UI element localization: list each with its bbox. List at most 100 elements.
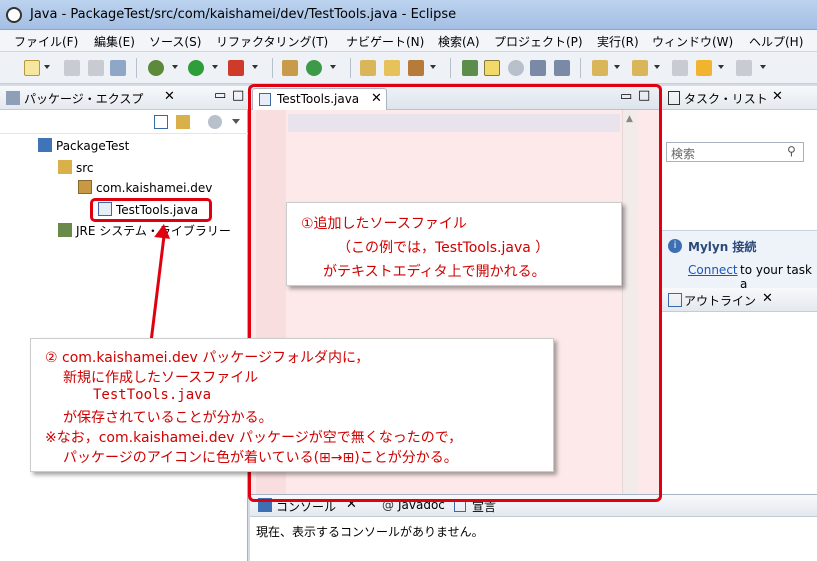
main-toolbar: [0, 52, 817, 84]
open-folder-icon[interactable]: [384, 60, 400, 76]
callout2-line4: が保存されていることが分かる。: [63, 410, 273, 426]
callout2-line5: ※なお，com.kaishamei.dev パッケージが空で無くなったので，: [45, 430, 463, 446]
toolbar-separator: [136, 58, 137, 78]
callout2-line3: TestTools.java: [93, 387, 212, 403]
window-titlebar: Java - PackageTest/src/com/kaishamei/dev…: [0, 0, 817, 30]
package-explorer-header: パッケージ・エクスプ ✕ ▭ □: [0, 86, 248, 110]
callout2-line6: パッケージのアイコンに色が着いている(⊞→⊞)ことが分かる。: [63, 450, 458, 466]
connect-link[interactable]: Connect: [688, 263, 738, 277]
callout2-line2: 新規に作成したソースファイル: [63, 370, 259, 386]
package-label: com.kaishamei.dev: [96, 181, 213, 195]
mylyn-text: to your task a: [740, 263, 812, 291]
mark-occurrences-icon[interactable]: [484, 60, 500, 76]
mylyn-panel: i Mylyn 接続 Connect to your task a: [662, 230, 817, 291]
chevron-down-icon[interactable]: [654, 65, 660, 69]
project-icon: [38, 138, 52, 152]
tree-item-project[interactable]: PackageTest: [38, 138, 129, 153]
search-icon[interactable]: ⚲: [787, 144, 796, 158]
callout2-line1: ② com.kaishamei.dev パッケージフォルダ内に，: [45, 350, 370, 366]
print-icon[interactable]: [110, 60, 126, 76]
chevron-down-icon[interactable]: [212, 65, 218, 69]
close-icon[interactable]: ✕: [164, 89, 175, 104]
block-selection-icon[interactable]: [530, 60, 546, 76]
callout-file-saved: ② com.kaishamei.dev パッケージフォルダ内に， 新規に作成した…: [30, 338, 554, 472]
callout1-line1: ①追加したソースファイル: [301, 216, 467, 232]
toolbar-separator: [450, 58, 451, 78]
new-icon[interactable]: [24, 60, 40, 76]
outline-header: アウトライン ✕: [662, 288, 817, 312]
save-icon[interactable]: [64, 60, 80, 76]
outline-icon: [668, 293, 682, 307]
toolbar-separator: [350, 58, 351, 78]
package-explorer-view: パッケージ・エクスプ ✕ ▭ □ PackageTest src com.kai…: [0, 86, 248, 561]
menu-navigate[interactable]: ナビゲート(N): [346, 33, 424, 50]
new-package-icon[interactable]: [282, 60, 298, 76]
chevron-down-icon[interactable]: [44, 65, 50, 69]
tree-item-jre[interactable]: JRE システム・ライブラリー: [58, 222, 231, 239]
menu-source[interactable]: ソース(S): [149, 33, 201, 50]
chevron-down-icon[interactable]: [252, 65, 258, 69]
project-label: PackageTest: [56, 139, 130, 153]
forward-icon[interactable]: [736, 60, 752, 76]
close-icon[interactable]: ✕: [762, 291, 773, 306]
source-folder-icon: [58, 160, 72, 174]
next-annotation-icon[interactable]: [462, 60, 478, 76]
run-icon[interactable]: [188, 60, 204, 76]
menu-help[interactable]: ヘルプ(H): [749, 33, 803, 50]
right-views: タスク・リスト ✕ 検索 ⚲ i Mylyn 接続 Connect to you…: [662, 86, 817, 502]
menu-refactor[interactable]: リファクタリング(T): [216, 33, 328, 50]
maximize-icon[interactable]: □: [232, 88, 244, 103]
file-highlight-frame: [90, 198, 212, 222]
src-label: src: [76, 161, 94, 175]
callout1-line2: （この例では，TestTools.java ）: [337, 240, 550, 256]
task-list-title[interactable]: タスク・リスト: [684, 90, 768, 107]
console-message: 現在、表示するコンソールがありません。: [256, 525, 484, 539]
arrow-head-icon: [154, 223, 172, 239]
chevron-down-icon[interactable]: [760, 65, 766, 69]
info-icon: i: [668, 239, 682, 253]
menu-search[interactable]: 検索(A): [438, 33, 480, 50]
chevron-down-icon[interactable]: [430, 65, 436, 69]
view-menu-icon[interactable]: [232, 119, 240, 124]
open-type-icon[interactable]: [360, 60, 376, 76]
tree-item-src[interactable]: src: [58, 160, 94, 175]
chevron-down-icon[interactable]: [614, 65, 620, 69]
debug-icon[interactable]: [148, 60, 164, 76]
prev-edit-icon[interactable]: [632, 60, 648, 76]
task-list-icon: [668, 91, 680, 105]
package-explorer-title[interactable]: パッケージ・エクスプ: [24, 90, 143, 107]
link-editor-icon[interactable]: [176, 115, 190, 129]
toggle-breadcrumb-icon[interactable]: [508, 60, 524, 76]
menu-run[interactable]: 実行(R): [597, 33, 639, 50]
collapse-all-icon[interactable]: [154, 115, 168, 129]
show-whitespace-icon[interactable]: [554, 60, 570, 76]
chevron-down-icon[interactable]: [718, 65, 724, 69]
toolbar-separator: [580, 58, 581, 78]
toolbar-separator: [272, 58, 273, 78]
task-search-input[interactable]: 検索 ⚲: [666, 142, 804, 162]
external-tools-icon[interactable]: [228, 60, 244, 76]
close-icon[interactable]: ✕: [772, 89, 783, 104]
minimize-icon[interactable]: ▭: [214, 88, 226, 103]
menu-edit[interactable]: 編集(E): [94, 33, 135, 50]
search-placeholder: 検索: [671, 147, 696, 161]
save-all-icon[interactable]: [88, 60, 104, 76]
menu-window[interactable]: ウィンドウ(W): [652, 33, 733, 50]
console-view: コンソール ✕ @ Javadoc 宣言 現在、表示するコンソールがありません。: [250, 494, 817, 561]
tree-item-package[interactable]: com.kaishamei.dev: [78, 180, 212, 195]
mylyn-title: Mylyn 接続: [688, 240, 757, 254]
menu-file[interactable]: ファイル(F): [14, 33, 78, 50]
outline-title[interactable]: アウトライン: [684, 292, 756, 309]
callout1-line3: がテキストエディタ上で開かれる。: [323, 264, 546, 280]
chevron-down-icon[interactable]: [172, 65, 178, 69]
menu-bar: ファイル(F) 編集(E) ソース(S) リファクタリング(T) ナビゲート(N…: [0, 30, 817, 52]
menu-project[interactable]: プロジェクト(P): [494, 33, 583, 50]
package-explorer-toolbar: [0, 110, 248, 134]
last-edit-icon[interactable]: [672, 60, 688, 76]
next-edit-icon[interactable]: [592, 60, 608, 76]
search-tool-icon[interactable]: [408, 60, 424, 76]
back-icon[interactable]: [696, 60, 712, 76]
filter-icon[interactable]: [208, 115, 222, 129]
new-class-icon[interactable]: [306, 60, 322, 76]
chevron-down-icon[interactable]: [330, 65, 336, 69]
